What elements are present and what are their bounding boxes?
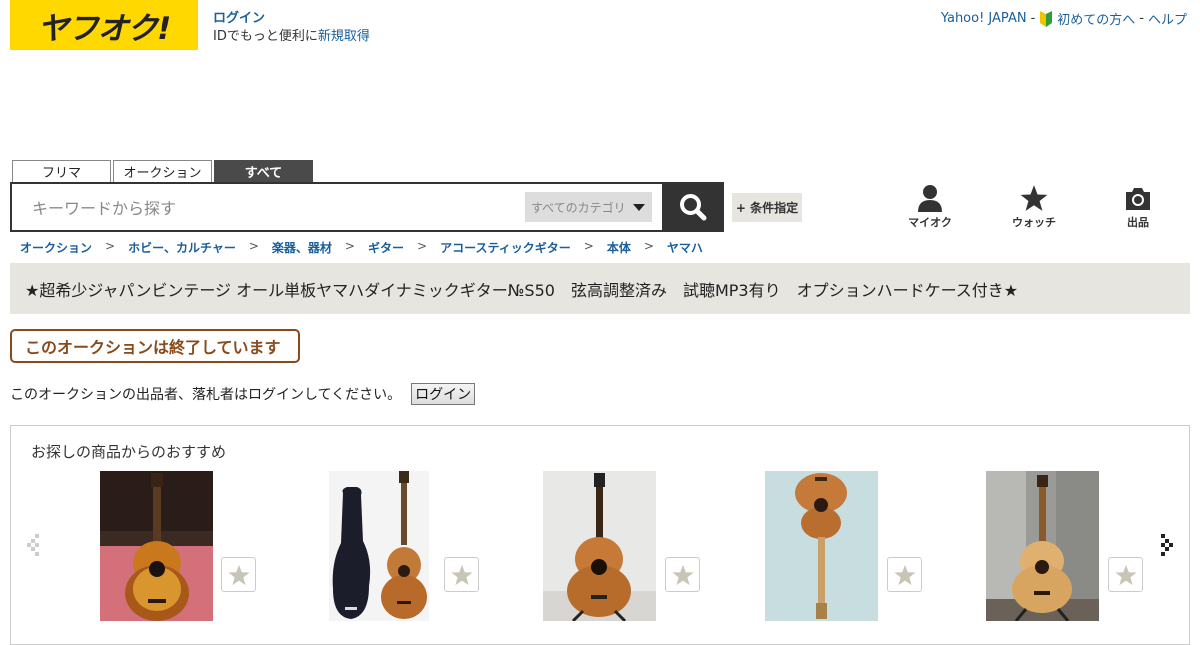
- tab-auction[interactable]: オークション: [113, 160, 212, 182]
- login-button[interactable]: ログイン: [411, 383, 476, 405]
- star-icon: [893, 564, 916, 585]
- beginners-link[interactable]: 初めての方へ: [1057, 9, 1135, 28]
- search-tabs: フリマ オークション すべて: [12, 160, 313, 182]
- tab-all[interactable]: すべて: [214, 160, 313, 182]
- acoustic-guitar-by-fridge-image[interactable]: [986, 471, 1099, 621]
- breadcrumb: オークション > ホビー、カルチャー > 楽器、器材 > ギター > アコーステ…: [20, 239, 703, 256]
- beginner-mark-icon: [1040, 10, 1053, 27]
- person-icon: [918, 185, 942, 212]
- star-icon: [671, 564, 694, 585]
- sell-label: 出品: [1127, 216, 1149, 229]
- item-title: ★超希少ジャパンビンテージ オール単板ヤマハダイナミックギター№S50 弦高調整…: [25, 280, 1019, 300]
- login-link[interactable]: ログイン: [213, 11, 265, 26]
- help-link[interactable]: ヘルプ: [1148, 9, 1187, 28]
- watch-label: ウォッチ: [1012, 216, 1056, 229]
- category-select[interactable]: すべてのカテゴリ: [525, 192, 652, 222]
- star-icon: [450, 564, 473, 585]
- search-input[interactable]: [32, 196, 512, 220]
- myauction-label: マイオク: [908, 216, 952, 229]
- sell-button[interactable]: 出品: [1108, 184, 1168, 230]
- login-note-text: このオークションの出品者、落札者はログインしてください。: [10, 387, 402, 403]
- recommend-title: お探しの商品からのおすすめ: [31, 443, 227, 461]
- classical-guitar-sunburst-image[interactable]: [100, 471, 213, 621]
- yahuoku-logo[interactable]: ヤフオク!: [10, 0, 198, 50]
- login-area: ログイン IDでもっと便利に新規取得: [213, 10, 370, 46]
- register-link[interactable]: 新規取得: [318, 29, 370, 44]
- watch-star-button[interactable]: [221, 557, 256, 592]
- top-links: Yahoo! JAPAN - 初めての方へ - ヘルプ: [941, 9, 1187, 28]
- camera-icon: [1126, 188, 1150, 210]
- breadcrumb-item[interactable]: 本体: [607, 239, 631, 256]
- watch-star-button[interactable]: [1108, 557, 1143, 592]
- watch-button[interactable]: ウォッチ: [1004, 184, 1064, 230]
- breadcrumb-sep: >: [105, 239, 116, 253]
- item-title-bar: ★超希少ジャパンビンテージ オール単板ヤマハダイナミックギター№S50 弦高調整…: [10, 263, 1190, 314]
- breadcrumb-item[interactable]: ヤマハ: [667, 239, 703, 256]
- breadcrumb-sep: >: [417, 239, 428, 253]
- watch-star-button[interactable]: [665, 557, 700, 592]
- acoustic-guitar-on-stand-image[interactable]: [543, 471, 656, 621]
- breadcrumb-sep: >: [344, 239, 355, 253]
- link-separator: -: [1030, 11, 1036, 26]
- star-icon: [1114, 564, 1137, 585]
- chevron-right-icon[interactable]: [1155, 530, 1175, 560]
- breadcrumb-item[interactable]: オークション: [20, 239, 92, 256]
- auction-ended-badge: このオークションは終了しています: [10, 329, 300, 363]
- breadcrumb-item[interactable]: アコースティックギター: [440, 239, 571, 256]
- star-icon: [1020, 185, 1048, 211]
- watch-star-button[interactable]: [444, 557, 479, 592]
- login-note: このオークションの出品者、落札者はログインしてください。 ログイン: [10, 383, 476, 405]
- search-button[interactable]: [662, 182, 724, 232]
- myauction-button[interactable]: マイオク: [900, 184, 960, 230]
- breadcrumb-sep: >: [248, 239, 259, 253]
- login-sub-text: IDでもっと便利に: [213, 29, 318, 44]
- recommend-panel: お探しの商品からのおすすめ: [10, 425, 1190, 645]
- breadcrumb-sep: >: [583, 239, 594, 253]
- yahoo-japan-link[interactable]: Yahoo! JAPAN: [941, 11, 1027, 26]
- condition-button[interactable]: + 条件指定: [732, 193, 802, 222]
- caret-down-icon: [632, 203, 645, 211]
- search-box: すべてのカテゴリ: [10, 182, 662, 232]
- link-separator: -: [1139, 11, 1144, 26]
- breadcrumb-sep: >: [643, 239, 654, 253]
- tab-furima[interactable]: フリマ: [12, 160, 111, 182]
- star-icon: [227, 564, 250, 585]
- chevron-left-icon[interactable]: [25, 530, 45, 560]
- guitar-with-gigbag-image[interactable]: [329, 471, 429, 621]
- acoustic-guitar-flat-image[interactable]: [765, 471, 878, 621]
- search-icon: [680, 194, 707, 221]
- category-select-label: すべてのカテゴリ: [531, 200, 626, 215]
- watch-star-button[interactable]: [887, 557, 922, 592]
- breadcrumb-item[interactable]: ギター: [368, 239, 404, 256]
- logo-text: ヤフオク!: [37, 10, 172, 47]
- breadcrumb-item[interactable]: 楽器、器材: [272, 239, 332, 256]
- breadcrumb-item[interactable]: ホビー、カルチャー: [128, 239, 236, 256]
